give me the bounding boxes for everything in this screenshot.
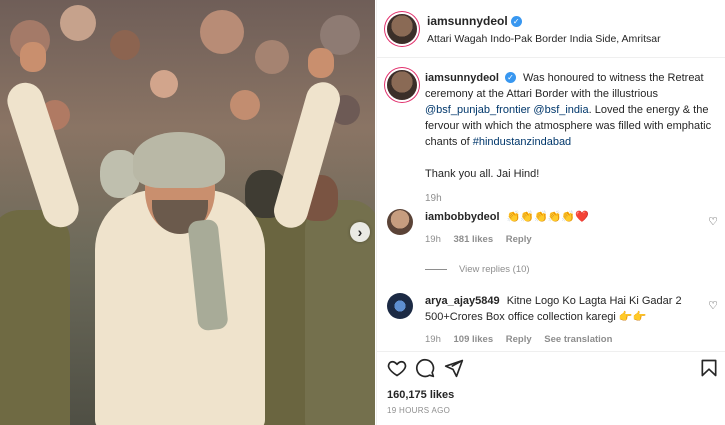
verified-badge-icon: ✓ (504, 72, 516, 83)
post-details-panel: iamsunnydeol ✓ Attari Wagah Indo-Pak Bord… (376, 0, 725, 425)
post-image[interactable]: › (0, 0, 375, 425)
comment-item: iambobbydeol 👏👏👏👏👏❤️ 19h 381 likes Reply… (387, 209, 722, 248)
post-action-bar: 160,175 likes 19 HOURS AGO (377, 351, 725, 425)
hashtag-link[interactable]: #hindustanzindabad (473, 136, 571, 148)
view-replies-label: View replies (10) (459, 264, 530, 275)
comment-text: 👏👏👏👏👏❤️ (506, 211, 589, 223)
reply-button[interactable]: Reply (506, 334, 532, 345)
heart-icon[interactable]: ♡ (708, 299, 718, 312)
comment-likes[interactable]: 109 likes (454, 334, 494, 345)
post-header: iamsunnydeol ✓ Attari Wagah Indo-Pak Bord… (377, 0, 725, 58)
caption-avatar[interactable] (387, 70, 417, 100)
heart-icon[interactable]: ♡ (708, 215, 718, 228)
caption-thanks: Thank you all. Jai Hind! (425, 168, 540, 180)
comment-likes[interactable]: 381 likes (454, 234, 494, 245)
chevron-right-icon[interactable]: › (350, 222, 370, 242)
post-caption: iamsunnydeol ✓ Was honoured to witness th… (387, 70, 717, 207)
caption-username[interactable]: iamsunnydeol (425, 72, 499, 84)
mention-link[interactable]: @bsf_india (533, 104, 588, 116)
comment-time[interactable]: 19h (425, 334, 441, 345)
see-translation-button[interactable]: See translation (544, 334, 612, 345)
commenter-avatar[interactable] (387, 209, 413, 235)
comment-icon[interactable] (415, 358, 435, 378)
author-username[interactable]: iamsunnydeol (427, 14, 508, 28)
commenter-username[interactable]: iambobbydeol (425, 211, 500, 223)
turban (133, 132, 225, 188)
comments-section: iamsunnydeol ✓ Was honoured to witness th… (377, 59, 725, 351)
bookmark-icon[interactable] (699, 358, 719, 378)
likes-count[interactable]: 160,175 likes (387, 389, 454, 401)
comment-time[interactable]: 19h (425, 234, 441, 245)
commenter-avatar[interactable] (387, 293, 413, 319)
post-location[interactable]: Attari Wagah Indo-Pak Border India Side,… (427, 33, 661, 45)
share-icon[interactable] (444, 358, 464, 378)
mention-link[interactable]: @bsf_punjab_frontier (425, 104, 530, 116)
caption-time[interactable]: 19h (425, 191, 717, 207)
reply-button[interactable]: Reply (506, 234, 532, 245)
author-avatar[interactable] (387, 13, 417, 44)
heart-icon[interactable] (387, 358, 407, 378)
post-timestamp[interactable]: 19 HOURS AGO (387, 406, 450, 415)
view-replies-button[interactable]: View replies (10) (425, 264, 530, 275)
verified-badge-icon: ✓ (510, 16, 522, 27)
soldier-left (0, 210, 70, 425)
commenter-username[interactable]: arya_ajay5849 (425, 295, 500, 307)
comment-item: arya_ajay5849 Kitne Logo Ko Lagta Hai Ki… (387, 293, 722, 348)
